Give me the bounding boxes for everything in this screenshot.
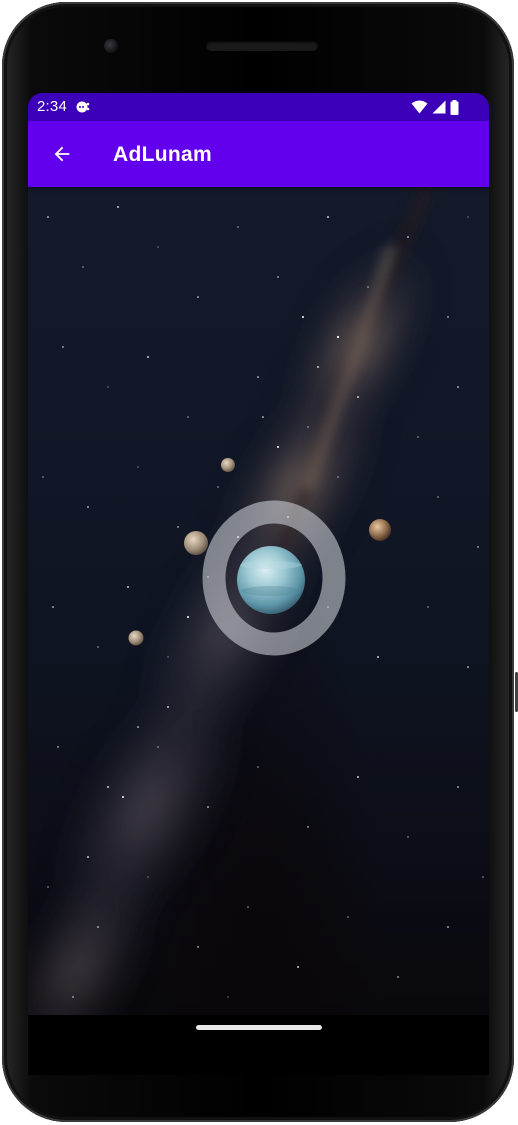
moon-icon[interactable]	[128, 630, 144, 646]
arrow-back-icon	[54, 146, 70, 162]
planet-system	[128, 458, 391, 656]
wifi-icon	[411, 100, 428, 114]
status-bar: 2:34	[28, 93, 489, 121]
back-button[interactable]	[38, 130, 86, 178]
home-gesture-handle[interactable]	[196, 1025, 322, 1030]
planet-icon[interactable]	[237, 546, 305, 614]
app-bar: AdLunam	[28, 121, 489, 187]
navigation-bar	[28, 1015, 489, 1075]
space-background	[28, 187, 489, 1015]
moon-icon[interactable]	[369, 519, 391, 541]
notification-icon	[76, 101, 90, 113]
earpiece-speaker	[206, 41, 318, 51]
status-time: 2:34	[37, 98, 67, 115]
moon-icon[interactable]	[221, 458, 235, 472]
moon-icon[interactable]	[184, 531, 208, 555]
app-title: AdLunam	[113, 143, 212, 166]
cellular-signal-icon	[432, 100, 446, 114]
device-screen: 2:34 AdLunam	[28, 93, 489, 1015]
front-camera	[104, 39, 118, 53]
battery-icon	[450, 99, 459, 115]
